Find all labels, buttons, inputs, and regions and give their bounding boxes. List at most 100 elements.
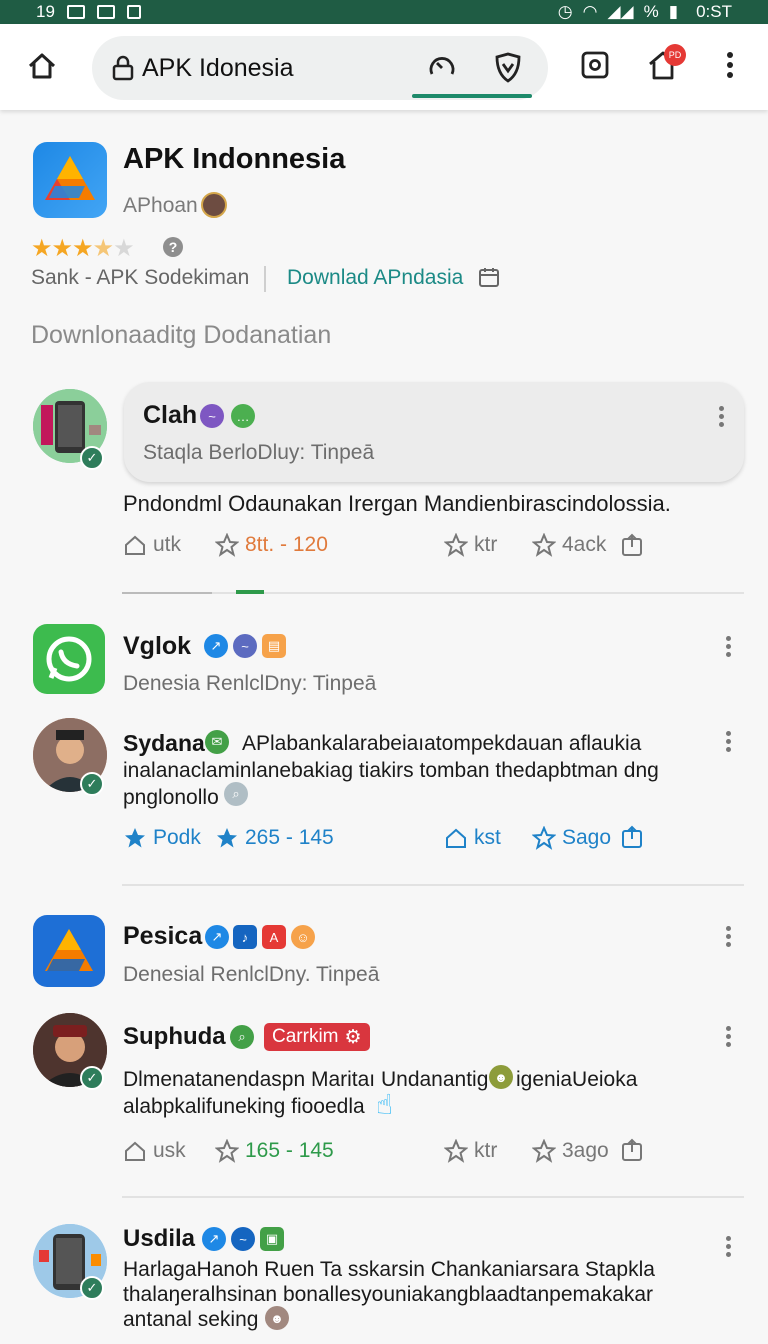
address-bar[interactable]: APK Idonesia [92,36,548,100]
more-options-icon[interactable] [724,1026,732,1050]
upvote-button[interactable]: Podk [123,826,201,850]
status-bar: 19 ◷ ◠ ◢◢ % ▮ 0:ST [0,0,768,24]
upvote-label: utk [153,533,182,556]
pointer-hand-icon: ☝ [376,1089,394,1120]
comment-body-line: APlabankalarabeiaıatompekdauan aflaukia [242,732,642,755]
more-options-icon[interactable] [724,636,732,660]
upvote-label: usk [153,1139,186,1162]
status-badge: Carrkim ⚙ [264,1023,370,1051]
comment-body-line: alabpkalifuneking fiooedla [123,1095,365,1118]
rate-button[interactable]: ktr [444,1139,497,1163]
gear-icon: ⚙ [344,1026,362,1048]
favorite-button[interactable]: 165 - 145 [215,1139,334,1163]
comment-body-line: igeniaUeioka [516,1068,638,1091]
house-outline-icon [125,535,145,555]
smile-emoji-icon: ☺ [291,925,315,949]
camera-icon[interactable] [580,50,610,80]
link-icon: ↗ [202,1227,226,1251]
save-button[interactable]: 4ack [532,533,606,557]
phone-bubble-icon [46,636,92,682]
battery-icon: ▮ [668,2,679,21]
news-icon: ▤ [262,634,286,658]
favorite-button[interactable]: 265 - 145 [215,826,334,850]
comment-author[interactable]: Usdila [123,1225,195,1253]
image-icon: ▣ [260,1227,284,1251]
search-icon: ⌕ [230,1025,254,1049]
house-outline-icon [446,828,466,848]
upvote-label: Podk [153,826,201,849]
verified-badge-icon: ✓ [80,772,104,796]
more-menu-icon[interactable] [720,50,740,80]
wave-emoji-icon: ~ [200,404,224,428]
share-icon[interactable] [620,824,644,850]
developer-avatar [201,192,227,218]
share-icon[interactable] [620,532,644,558]
app-subtitle: Denesia RenlclDny: Tinpeā [123,672,377,695]
more-options-icon[interactable] [724,731,732,755]
divider [122,1196,744,1198]
music-icon: ♪ [233,925,257,949]
triangle-logo-icon [45,156,95,200]
star-outline-icon [215,1139,239,1163]
more-options-icon[interactable] [724,926,732,950]
star-outline-icon [215,533,239,557]
save-label: Sago [562,826,612,849]
browser-toolbar: APK Idonesia PD [0,24,768,110]
calendar-icon[interactable] [478,266,500,288]
comment-body-line: antanal seking [123,1308,259,1331]
featured-comment-card[interactable] [124,382,744,482]
comment-author[interactable]: Sydana [123,730,205,757]
home-icon[interactable] [26,50,58,82]
message-icon: ✉ [205,730,229,754]
comment-body-line: inalanaclaminlanebakiag tiakirs tomban t… [123,759,659,782]
app-name[interactable]: Pesica [123,922,202,951]
app-icon[interactable] [33,915,105,987]
download-link[interactable]: Downlad APndasia [287,266,463,290]
verified-badge-icon: ✓ [80,1276,104,1300]
comment-author[interactable]: Clah [143,401,197,430]
speed-icon[interactable] [426,52,458,84]
comment-author[interactable]: Suphuda [123,1023,226,1051]
save-label: 4ack [562,533,607,556]
chart-icon: ~ [231,1227,255,1251]
upvote-button[interactable]: usk [123,1139,186,1163]
whatsapp-app-icon[interactable] [33,624,105,694]
alarm-icon: ◷ [557,2,573,21]
lock-icon [112,55,134,81]
divider [122,884,744,886]
notification-badge: PD [664,44,686,66]
rate-button[interactable]: ktr [444,533,497,557]
more-options-icon[interactable] [717,406,725,430]
person-emoji-icon: ☻ [265,1306,289,1330]
shield-icon[interactable] [494,52,522,84]
status-time-left: 19 [36,2,55,21]
save-button[interactable]: Sago [532,826,611,850]
app-name[interactable]: Vglok [123,632,191,661]
upvote-button[interactable]: utk [123,533,181,557]
help-icon[interactable]: ? [163,237,183,257]
favorite-count: 265 - 145 [245,826,334,849]
page-load-progress [412,94,532,98]
rank-text: Sank - APK Sodekiman [31,266,250,289]
save-label: 3ago [562,1139,609,1162]
status-badge-label: Carrkim [272,1026,339,1047]
more-options-icon[interactable] [724,1236,732,1260]
address-text[interactable]: APK Idonesia [142,54,294,83]
wifi-icon: ◠ [582,2,598,21]
location-icon [126,5,141,19]
rate-label: ktr [474,1139,498,1162]
favorite-button[interactable]: 8tt. - 120 [215,533,328,557]
share-icon[interactable] [620,1137,644,1163]
comment-body-line: pnglonollo [123,786,219,809]
rating-stars: ★★★★★ [31,235,135,262]
verified-badge-icon: ✓ [80,1066,104,1090]
status-clock: 0:ST [696,2,732,21]
save-button[interactable]: 3ago [532,1139,609,1163]
rate-button[interactable]: kst [444,826,501,850]
app-developer[interactable]: APhoan [123,194,198,218]
link-icon: ↗ [205,925,229,949]
chat-emoji-icon: … [231,404,255,428]
house-outline-icon [125,1141,145,1161]
verified-badge-icon: ✓ [80,446,104,470]
favorite-count: 8tt. - 120 [245,533,328,556]
